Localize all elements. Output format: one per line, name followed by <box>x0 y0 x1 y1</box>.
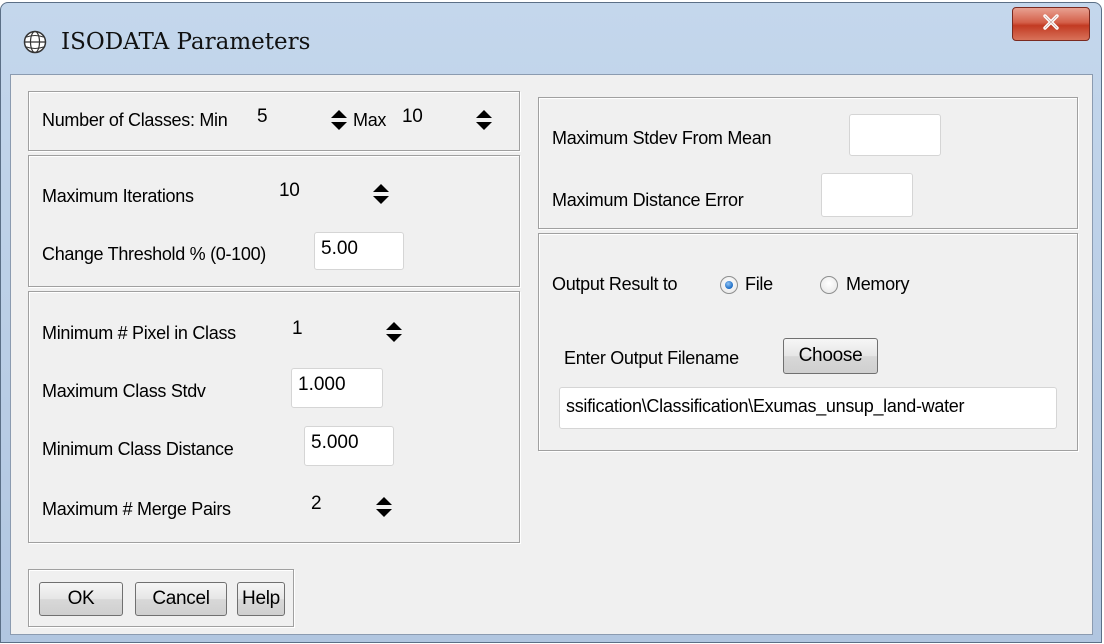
output-filename-label: Enter Output Filename <box>564 348 739 368</box>
class-params-group: Minimum # Pixel in Class 1 Maximum Class… <box>28 291 520 543</box>
output-result-label: Output Result to <box>552 274 678 294</box>
output-filename-input[interactable]: ssification\Classification\Exumas_unsup_… <box>559 387 1057 429</box>
max-merge-pairs-label: Maximum # Merge Pairs <box>42 499 231 519</box>
cancel-button[interactable]: Cancel <box>135 582 227 616</box>
output-memory-radio[interactable] <box>820 276 838 294</box>
classes-max-label: Max <box>353 110 387 130</box>
dialog-body: Number of Classes: Min 5 Max 10 Maximum … <box>10 74 1093 635</box>
classes-max-value[interactable]: 10 <box>402 106 423 128</box>
min-pixel-spinner-icon[interactable] <box>384 320 404 344</box>
buttons-group: OK Cancel Help <box>28 569 294 627</box>
classes-min-spinner-icon[interactable] <box>329 108 349 132</box>
classes-group: Number of Classes: Min 5 Max 10 <box>28 91 520 151</box>
window-title: ISODATA Parameters <box>61 29 311 55</box>
max-stdev-label: Maximum Stdev From Mean <box>552 128 772 148</box>
min-class-distance-input[interactable]: 5.000 <box>304 426 394 466</box>
min-pixel-value[interactable]: 1 <box>292 318 303 340</box>
min-pixel-label: Minimum # Pixel in Class <box>42 323 236 343</box>
choose-button[interactable]: Choose <box>783 338 878 374</box>
max-class-stdv-label: Maximum Class Stdv <box>42 381 206 401</box>
close-x-icon <box>1041 13 1061 36</box>
iterations-group: Maximum Iterations 10 Change Threshold %… <box>28 155 520 287</box>
max-merge-pairs-value[interactable]: 2 <box>311 493 322 515</box>
max-iterations-spinner-icon[interactable] <box>371 182 391 206</box>
max-distance-error-input[interactable] <box>821 173 913 217</box>
classes-max-spinner-icon[interactable] <box>474 108 494 132</box>
change-threshold-label: Change Threshold % (0-100) <box>42 244 267 264</box>
classes-min-label: Number of Classes: Min <box>42 110 228 130</box>
min-class-distance-label: Minimum Class Distance <box>42 439 234 459</box>
title-bar[interactable]: ISODATA Parameters <box>1 3 1101 75</box>
max-distance-error-label: Maximum Distance Error <box>552 190 744 210</box>
output-file-label[interactable]: File <box>745 274 773 295</box>
max-merge-pairs-spinner-icon[interactable] <box>374 495 394 519</box>
close-button[interactable] <box>1012 7 1090 41</box>
help-button[interactable]: Help <box>237 582 285 616</box>
change-threshold-input[interactable]: 5.00 <box>314 232 404 270</box>
ok-button[interactable]: OK <box>39 582 123 616</box>
max-stdev-input[interactable] <box>849 114 941 156</box>
max-iterations-label: Maximum Iterations <box>42 186 194 206</box>
output-group: Output Result to File Memory Enter Outpu… <box>538 233 1078 451</box>
max-class-stdv-input[interactable]: 1.000 <box>291 368 383 408</box>
app-globe-icon <box>23 30 47 54</box>
isodata-dialog: ISODATA Parameters Number of Classes: Mi… <box>0 2 1102 643</box>
output-file-radio[interactable] <box>720 276 738 294</box>
output-memory-label[interactable]: Memory <box>846 274 910 295</box>
classes-min-value[interactable]: 5 <box>257 106 268 128</box>
max-iterations-value[interactable]: 10 <box>279 180 300 202</box>
stdev-group: Maximum Stdev From Mean Maximum Distance… <box>538 97 1078 229</box>
